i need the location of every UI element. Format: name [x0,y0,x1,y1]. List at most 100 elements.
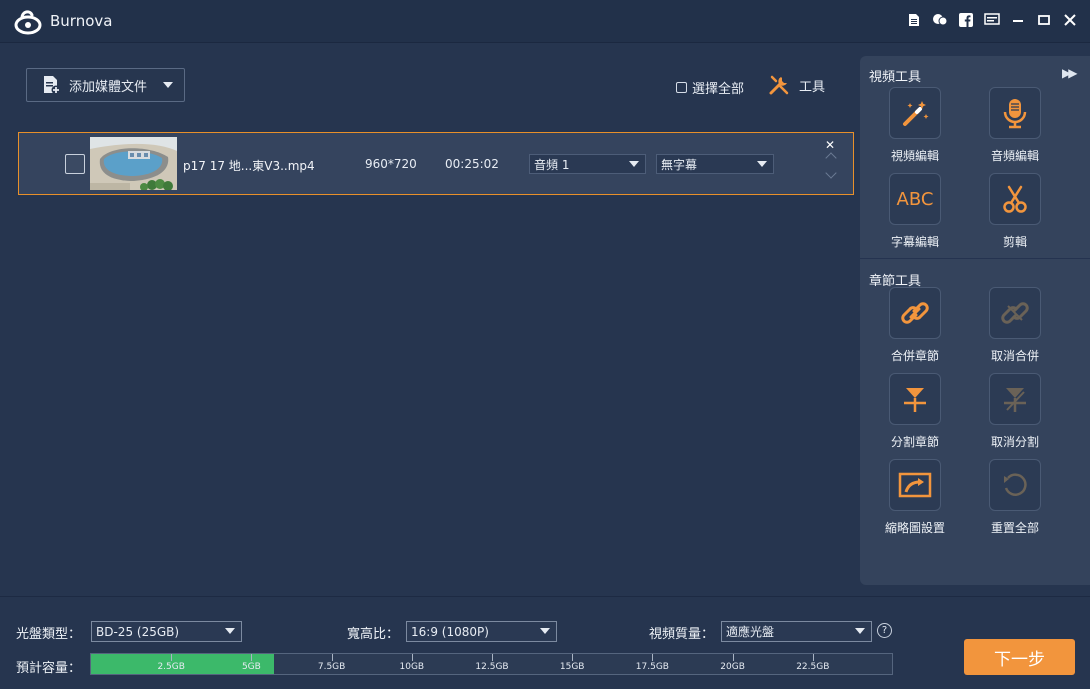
file-icon[interactable] [906,12,922,28]
maximize-icon[interactable] [1036,12,1052,28]
video-thumbnail[interactable] [90,137,177,190]
title-bar: Burnova [0,0,1090,43]
aspect-ratio-select[interactable]: 16:9 (1080P) [406,621,557,642]
capacity-tick-label: 22.5GB [796,662,830,672]
capacity-bar: 2.5GB 5GB 7.5GB 10GB 12.5GB 15GB 17.5GB 20GB 22.… [90,653,893,675]
add-media-label: 添加媒體文件 [69,79,148,95]
tools-button[interactable]: 工具 [768,74,825,96]
remove-item-icon[interactable]: ✕ [825,138,835,152]
unsplit-button[interactable]: 取消分割 [965,373,1065,450]
bottom-settings-bar: 光盤類型： BD-25 (25GB) 寬高比： 16:9 (1080P) 視頻質… [0,596,1090,689]
merge-chapters-label: 合併章節 [890,349,939,363]
capacity-tick-label: 17.5GB [635,662,669,672]
video-edit-button[interactable]: 視頻編輯 [865,87,965,164]
unsplit-icon [989,373,1041,425]
video-quality-select[interactable]: 適應光盤 [721,621,872,642]
capacity-tick-label: 15GB [559,662,585,672]
capacity-tick [331,654,333,661]
reset-all-label: 重置全部 [990,521,1039,535]
link-icon [889,287,941,339]
tools-panel: 視頻工具 ▶▶ 視頻編輯 音頻編輯 ABC 字幕編輯 剪輯 章節工具 合併章節 … [860,56,1090,585]
minimize-icon[interactable] [1010,12,1026,28]
move-down-icon[interactable] [825,167,837,179]
add-file-icon [44,76,61,95]
clip-label: 剪輯 [1002,235,1027,249]
video-quality-label: 視頻質量： [649,627,715,642]
move-up-icon[interactable] [825,152,837,164]
add-media-button[interactable]: 添加媒體文件 [26,68,185,102]
audio-track-select[interactable]: 音頻 1 [529,154,646,174]
video-quality-value: 適應光盤 [726,625,775,639]
media-resolution: 960*720 [365,157,417,171]
video-edit-label: 視頻編輯 [890,149,939,163]
subtitle-value: 無字幕 [661,157,698,172]
aspect-ratio-label: 寬高比： [347,627,400,642]
audio-edit-label: 音頻編輯 [990,149,1039,163]
select-all-checkbox[interactable]: 選擇全部 [676,78,744,97]
window-controls [906,12,1078,28]
close-icon[interactable] [1062,12,1078,28]
media-item-checkbox[interactable] [65,154,85,174]
disc-type-value: BD-25 (25GB) [96,624,180,639]
checkbox-icon[interactable] [676,82,687,93]
chevron-down-icon [757,161,767,167]
media-list-item[interactable]: p17 17 地...東V3..mp4 960*720 00:25:02 音頻 … [18,132,854,195]
scissors-icon [989,173,1041,225]
reset-icon [989,459,1041,511]
tools-label: 工具 [799,79,826,95]
panel-divider [860,258,1090,259]
subtitle-edit-label: 字幕編輯 [890,235,939,249]
chevron-down-icon [629,161,639,167]
abc-text-glyph: ABC [896,188,934,210]
subtitle-edit-button[interactable]: ABC 字幕編輯 [865,173,965,250]
capacity-tick [411,654,413,661]
media-duration: 00:25:02 [445,157,499,171]
reset-all-button[interactable]: 重置全部 [965,459,1065,536]
capacity-tick-label: 10GB [399,662,425,672]
capacity-tick [652,654,654,661]
microphone-icon [989,87,1041,139]
split-chapter-button[interactable]: 分割章節 [865,373,965,450]
chevron-down-icon [540,628,550,634]
subtitle-select[interactable]: 無字幕 [656,154,774,174]
clip-button[interactable]: 剪輯 [965,173,1065,250]
capacity-tick-label: 7.5GB [317,662,346,672]
abc-text-icon: ABC [889,173,941,225]
disc-type-label: 光盤類型： [16,627,82,642]
media-filename: p17 17 地...東V3..mp4 [183,159,315,173]
unmerge-button[interactable]: 取消合併 [965,287,1065,364]
audio-track-value: 音頻 1 [534,157,570,172]
unlink-icon [989,287,1041,339]
capacity-tick [572,654,574,661]
next-button[interactable]: 下一步 [964,639,1075,675]
collapse-panel-icon[interactable]: ▶▶ [1062,66,1078,80]
help-icon[interactable]: ? [877,623,892,638]
thumbnail-settings-label: 縮略圖設置 [884,521,945,535]
merge-chapters-button[interactable]: 合併章節 [865,287,965,364]
capacity-tick [812,654,814,661]
select-all-label: 選擇全部 [692,82,745,97]
capacity-label: 預計容量： [16,661,82,676]
aspect-ratio-value: 16:9 (1080P) [411,624,489,639]
magic-wand-icon [889,87,941,139]
split-chapter-label: 分割章節 [890,435,939,449]
capacity-tick [171,654,173,661]
burnova-logo-icon [14,10,42,35]
facebook-icon[interactable] [958,12,974,28]
menu-icon[interactable] [984,12,1000,28]
unmerge-label: 取消合併 [990,349,1039,363]
feedback-icon[interactable] [932,12,948,28]
chevron-down-icon [855,628,865,634]
split-icon [889,373,941,425]
thumbnail-settings-button[interactable]: 縮略圖設置 [865,459,965,536]
chevron-down-icon[interactable] [163,82,174,88]
capacity-tick [492,654,493,661]
app-title: Burnova [50,12,113,30]
audio-edit-button[interactable]: 音頻編輯 [965,87,1065,164]
capacity-tick [251,654,253,661]
disc-type-select[interactable]: BD-25 (25GB) [91,621,242,642]
chevron-down-icon [225,628,235,634]
capacity-tick [732,654,734,661]
thumbnail-icon [889,459,941,511]
video-tools-title: 視頻工具 [869,70,922,85]
